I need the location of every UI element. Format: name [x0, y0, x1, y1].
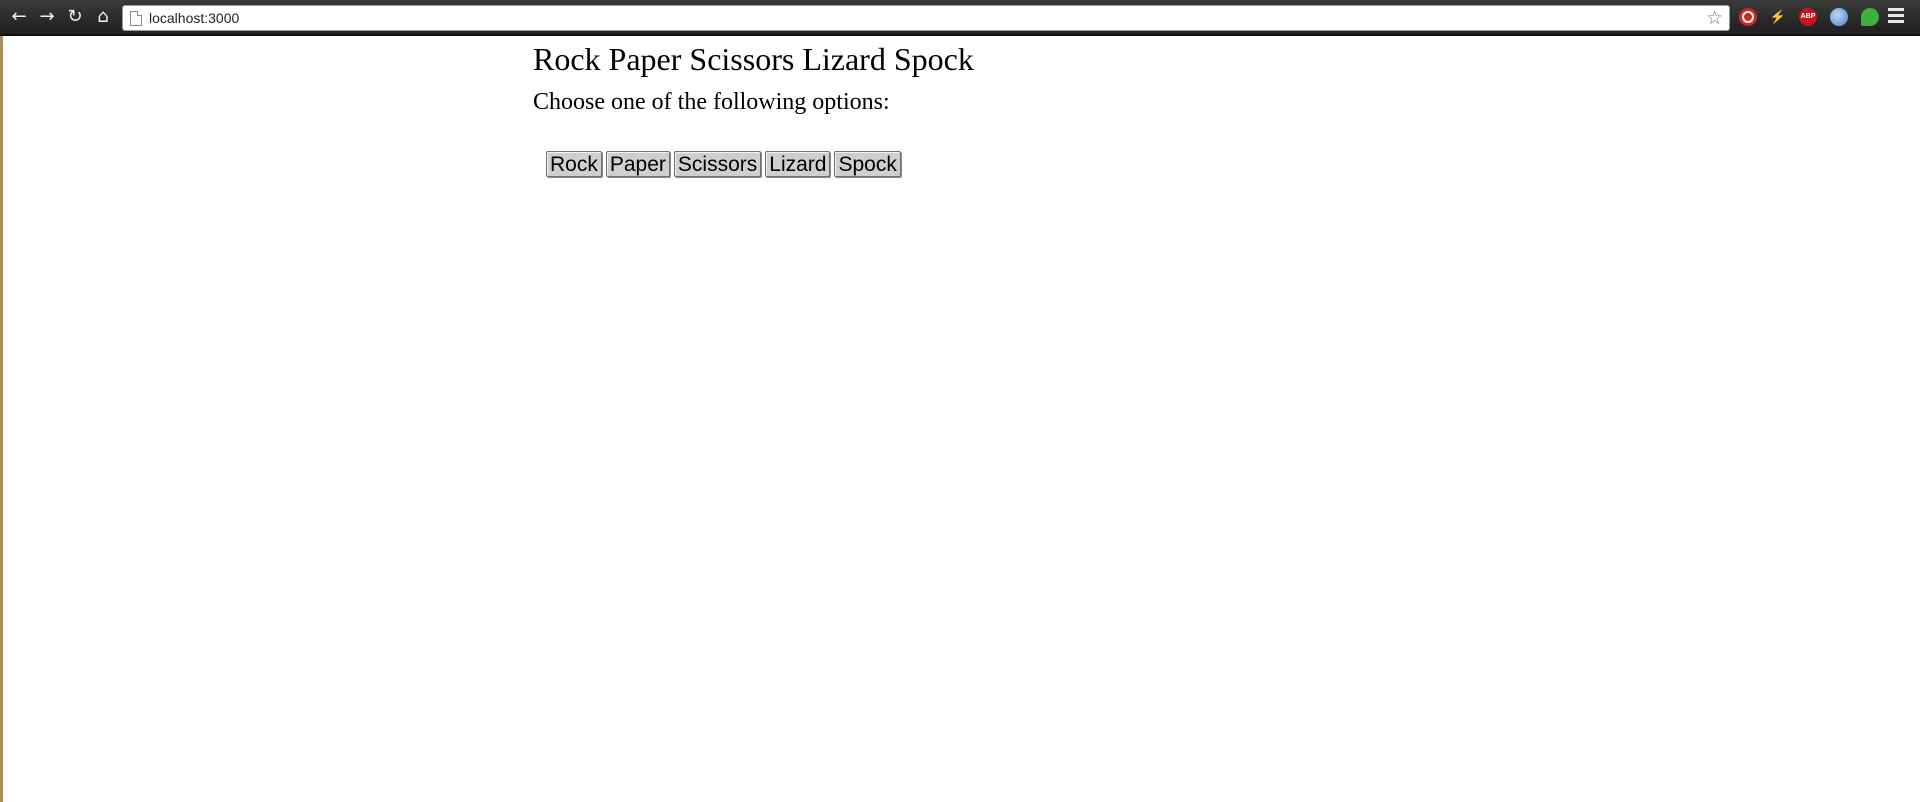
rock-button[interactable]: Rock — [546, 151, 602, 177]
bolt-extension-icon[interactable]: ⚡ — [1769, 8, 1787, 26]
page-title: Rock Paper Scissors Lizard Spock — [533, 41, 974, 77]
page-icon — [130, 11, 142, 26]
browser-toolbar: ← → ↻ ⌂ localhost:3000 ☆ ⚡ ABP — [0, 0, 1920, 36]
window-edge — [0, 36, 3, 802]
page-content: Rock Paper Scissors Lizard Spock Choose … — [533, 38, 974, 177]
bookmark-star-icon[interactable]: ☆ — [1706, 7, 1723, 29]
address-bar[interactable]: localhost:3000 ☆ — [122, 5, 1730, 31]
globe-extension-icon[interactable] — [1830, 8, 1848, 26]
adblock-plus-icon[interactable]: ABP — [1799, 8, 1817, 26]
back-arrow-icon[interactable]: ← — [8, 6, 30, 28]
home-icon[interactable]: ⌂ — [92, 6, 114, 28]
forward-arrow-icon[interactable]: → — [36, 6, 58, 28]
stop-extension-icon[interactable] — [1739, 8, 1757, 26]
url-text: localhost:3000 — [149, 10, 240, 26]
paper-button[interactable]: Paper — [605, 151, 670, 177]
reload-icon[interactable]: ↻ — [64, 6, 86, 28]
lizard-button[interactable]: Lizard — [765, 151, 831, 177]
option-buttons: Rock Paper Scissors Lizard Spock — [546, 151, 905, 177]
instructions-text: Choose one of the following options: — [533, 89, 890, 115]
scissors-button[interactable]: Scissors — [673, 151, 762, 177]
hamburger-menu-icon[interactable] — [1888, 8, 1904, 24]
evernote-extension-icon[interactable] — [1861, 8, 1879, 26]
spock-button[interactable]: Spock — [834, 151, 901, 177]
